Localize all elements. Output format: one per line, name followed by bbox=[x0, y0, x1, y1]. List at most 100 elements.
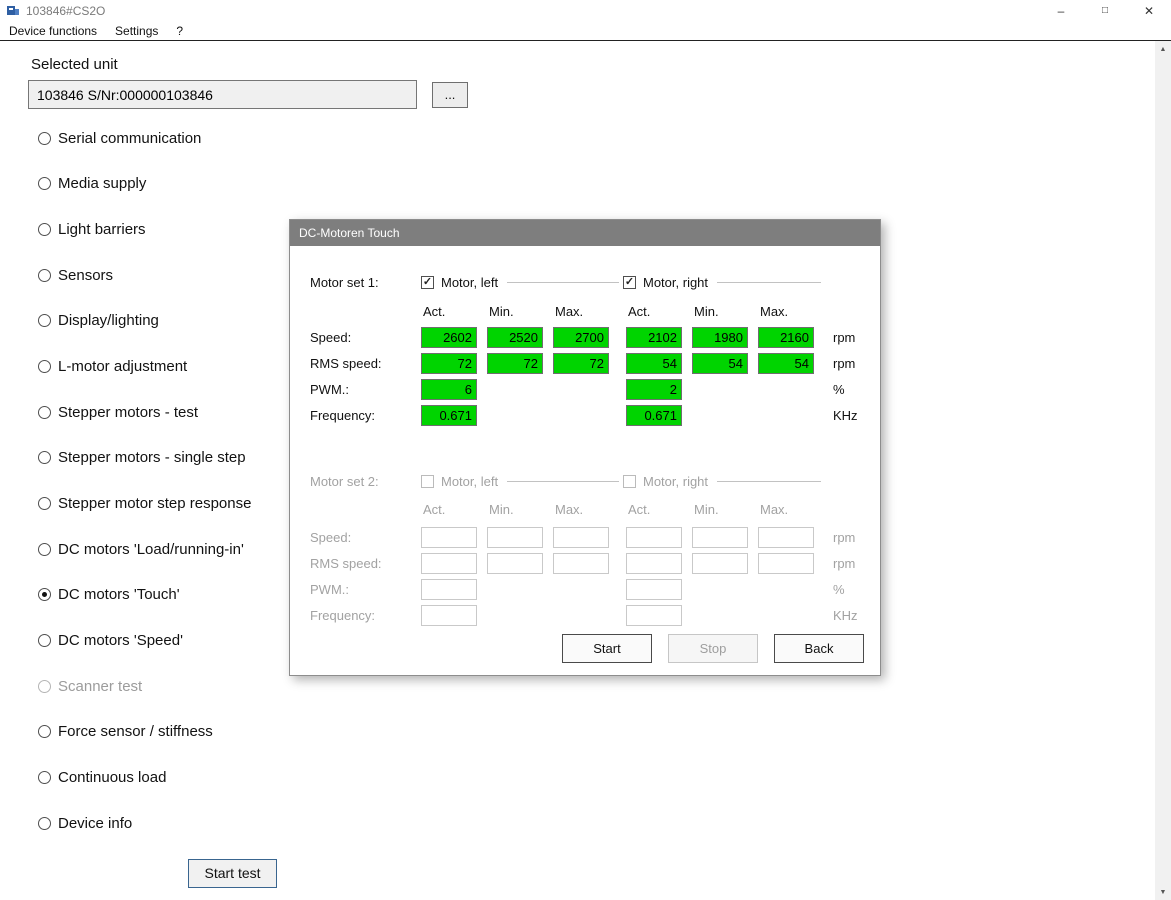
speed-right-max bbox=[758, 526, 814, 548]
test-option-label: DC motors 'Touch' bbox=[58, 586, 180, 604]
group-divider bbox=[717, 281, 821, 283]
test-option-label: DC motors 'Load/running-in' bbox=[58, 540, 244, 558]
motor-left-checkbox-set1[interactable]: ✓ bbox=[421, 275, 434, 289]
test-option-label: Device info bbox=[58, 814, 133, 832]
col-max-right: Max. bbox=[760, 303, 789, 319]
test-option-l-motor-adjustment[interactable]: L-motor adjustment bbox=[38, 356, 251, 376]
pwm-right-act bbox=[626, 578, 682, 600]
motor-right-label: Motor, right bbox=[643, 274, 709, 290]
test-option-label: DC motors 'Speed' bbox=[58, 632, 183, 650]
motor-set-1-header: Motor set 1: ✓ Motor, left ✓ Motor, righ… bbox=[310, 272, 874, 292]
radio-icon bbox=[38, 634, 51, 648]
start-button[interactable]: Start bbox=[562, 634, 652, 663]
rms-left-min: 72 bbox=[487, 352, 543, 374]
test-option-force-sensor-stiffness[interactable]: Force sensor / stiffness bbox=[38, 722, 251, 742]
minimize-icon[interactable]: – bbox=[1039, 0, 1083, 21]
test-option-label: Display/lighting bbox=[58, 312, 159, 330]
row-label-rms-speed: RMS speed: bbox=[310, 555, 382, 571]
menu-settings[interactable]: Settings bbox=[106, 21, 167, 40]
test-option-label: Stepper motors - single step bbox=[58, 449, 246, 467]
pwm-left-act: 6 bbox=[421, 378, 477, 400]
rms-left-max: 72 bbox=[553, 352, 609, 374]
test-option-sensors[interactable]: Sensors bbox=[38, 265, 251, 285]
test-option-stepper-motors-single-step[interactable]: Stepper motors - single step bbox=[38, 448, 251, 468]
speed-left-min bbox=[487, 526, 543, 548]
dialog-titlebar[interactable]: DC-Motoren Touch bbox=[290, 220, 880, 246]
test-option-dc-motors-touch[interactable]: DC motors 'Touch' bbox=[38, 585, 251, 605]
window-title: 103846#CS2O bbox=[26, 3, 106, 18]
frequency-left-act: 0.671 bbox=[421, 404, 477, 426]
col-min-left: Min. bbox=[489, 501, 514, 517]
col-act-left: Act. bbox=[423, 501, 446, 517]
radio-icon bbox=[38, 451, 51, 465]
rms-right-min bbox=[692, 552, 748, 574]
frequency-right-act bbox=[626, 604, 682, 626]
test-option-label: Light barriers bbox=[58, 220, 146, 238]
motor-right-label: Motor, right bbox=[643, 473, 709, 489]
test-option-media-supply[interactable]: Media supply bbox=[38, 174, 251, 194]
col-min-left: Min. bbox=[489, 303, 514, 319]
test-option-stepper-motor-step-response[interactable]: Stepper motor step response bbox=[38, 494, 251, 514]
speed-right-max: 2160 bbox=[758, 326, 814, 348]
unit-label: % bbox=[833, 581, 845, 597]
col-max-left: Max. bbox=[555, 303, 584, 319]
menu-help[interactable]: ? bbox=[167, 21, 192, 40]
unit-label: rpm bbox=[833, 355, 856, 371]
selected-unit-field[interactable] bbox=[28, 80, 417, 109]
motor-left-group-set1: ✓ Motor, left bbox=[421, 275, 623, 290]
col-max-right: Max. bbox=[760, 501, 789, 517]
start-test-button[interactable]: Start test bbox=[188, 859, 277, 888]
speed-left-min: 2520 bbox=[487, 326, 543, 348]
rms-left-act: 72 bbox=[421, 352, 477, 374]
dialog-body: Motor set 1: ✓ Motor, left ✓ Motor, righ… bbox=[290, 246, 880, 676]
column-header-row-set2: Act. Min. Max. Act. Min. Max. bbox=[310, 500, 874, 518]
test-option-display-lighting[interactable]: Display/lighting bbox=[38, 311, 251, 331]
radio-icon bbox=[38, 405, 51, 419]
test-option-label: Stepper motors - test bbox=[58, 403, 199, 421]
scroll-down-icon[interactable]: ▼ bbox=[1155, 884, 1171, 900]
row-label-frequency: Frequency: bbox=[310, 407, 376, 423]
close-icon[interactable]: ✕ bbox=[1127, 0, 1171, 21]
test-option-dc-motors-load-running-in[interactable]: DC motors 'Load/running-in' bbox=[38, 539, 251, 559]
test-option-list: Serial communication Media supply Light … bbox=[38, 128, 251, 859]
test-option-label: Sensors bbox=[58, 266, 114, 284]
test-option-light-barriers[interactable]: Light barriers bbox=[38, 219, 251, 239]
pwm-row-set2: PWM.: % bbox=[310, 576, 874, 602]
menu-device-functions[interactable]: Device functions bbox=[0, 21, 106, 40]
stop-button: Stop bbox=[668, 634, 758, 663]
test-option-scanner-test: Scanner test bbox=[38, 676, 251, 696]
motor-set-2-label: Motor set 2: bbox=[310, 473, 379, 489]
speed-left-act bbox=[421, 526, 477, 548]
test-option-label: Stepper motor step response bbox=[58, 495, 252, 512]
motor-left-group-set2: Motor, left bbox=[421, 474, 623, 489]
test-option-dc-motors-speed[interactable]: DC motors 'Speed' bbox=[38, 631, 251, 651]
unit-label: % bbox=[833, 381, 845, 397]
motor-right-group-set2: Motor, right bbox=[623, 474, 825, 489]
frequency-row-set2: Frequency: KHz bbox=[310, 602, 874, 628]
speed-right-act: 2102 bbox=[626, 326, 682, 348]
rms-left-min bbox=[487, 552, 543, 574]
scroll-up-icon[interactable]: ▲ bbox=[1155, 41, 1171, 57]
maximize-icon[interactable]: □ bbox=[1083, 0, 1127, 21]
app-icon bbox=[7, 5, 19, 15]
test-option-device-info[interactable]: Device info bbox=[38, 813, 251, 833]
rms-right-act: 54 bbox=[626, 352, 682, 374]
motor-right-checkbox-set1[interactable]: ✓ bbox=[623, 275, 636, 289]
test-option-serial-communication[interactable]: Serial communication bbox=[38, 128, 251, 148]
test-option-label: Scanner test bbox=[58, 677, 143, 695]
motor-right-group-set1: ✓ Motor, right bbox=[623, 275, 825, 290]
pwm-row-set1: PWM.: 6 2 % bbox=[310, 376, 874, 402]
test-option-continuous-load[interactable]: Continuous load bbox=[38, 768, 251, 788]
radio-icon bbox=[38, 314, 51, 328]
radio-icon bbox=[38, 359, 51, 373]
test-option-label: Force sensor / stiffness bbox=[58, 723, 213, 741]
test-option-label: L-motor adjustment bbox=[58, 357, 188, 375]
rms-speed-row-set1: RMS speed: 72 72 72 54 54 54 rpm bbox=[310, 350, 874, 376]
radio-icon bbox=[38, 816, 51, 830]
test-option-stepper-motors-test[interactable]: Stepper motors - test bbox=[38, 402, 251, 422]
row-label-speed: Speed: bbox=[310, 329, 352, 345]
browse-button[interactable]: ... bbox=[432, 82, 468, 108]
back-button[interactable]: Back bbox=[774, 634, 864, 663]
vertical-scrollbar[interactable]: ▲ ▼ bbox=[1155, 41, 1171, 900]
radio-disabled-icon bbox=[38, 679, 51, 693]
